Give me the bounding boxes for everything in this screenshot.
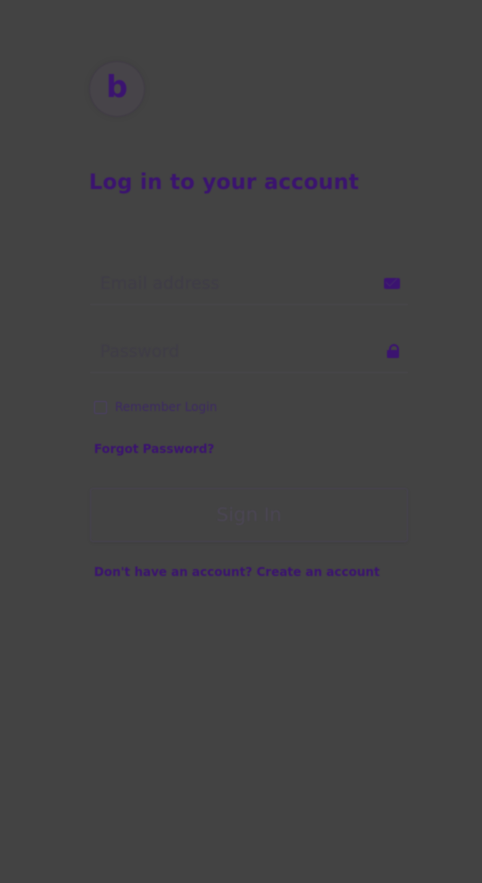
page-title: Log in to your account <box>89 170 359 194</box>
password-field-container <box>90 332 408 373</box>
logo-letter: b <box>106 70 128 105</box>
email-input[interactable] <box>90 264 380 304</box>
remember-label: Remember Login <box>115 400 218 414</box>
sign-in-button[interactable]: Sign In <box>90 488 408 542</box>
envelope-icon <box>384 278 400 289</box>
email-field-container <box>90 264 408 305</box>
lock-icon <box>387 344 399 358</box>
create-account-link[interactable]: Don't have an account? Create an account <box>94 565 380 579</box>
remember-login[interactable]: Remember Login <box>94 400 217 414</box>
app-logo: b <box>90 62 144 116</box>
forgot-password-link[interactable]: Forgot Password? <box>94 442 214 456</box>
login-page: b Log in to your account Remember Login … <box>0 0 482 883</box>
remember-checkbox[interactable] <box>94 400 107 414</box>
password-input[interactable] <box>90 332 380 372</box>
